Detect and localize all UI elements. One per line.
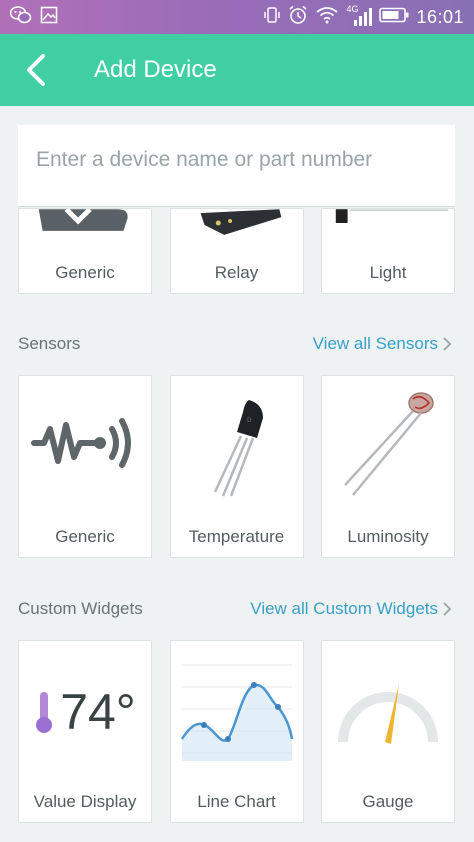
sensors-row: Generic D Temperature Luminosity (18, 375, 455, 558)
sensor-label: Luminosity (347, 527, 429, 546)
widget-card-gauge[interactable]: Gauge (321, 640, 455, 823)
sensor-label: Temperature (188, 527, 285, 546)
generic-sensor-icon (19, 376, 151, 517)
sensor-card-generic[interactable]: Generic (18, 375, 152, 558)
relay-icon (171, 209, 303, 235)
temperature-sensor-icon: D (171, 376, 303, 517)
widget-card-value-display[interactable]: 74° Value Display (18, 640, 152, 823)
device-card-generic[interactable]: Generic (18, 208, 152, 294)
page-title: Add Device (94, 56, 217, 83)
line-chart-preview (171, 641, 303, 782)
chevron-right-icon (443, 337, 452, 351)
device-card-light[interactable]: Light (321, 208, 455, 294)
chevron-right-icon (443, 602, 452, 616)
search-box (18, 125, 455, 207)
widget-label: Value Display (33, 792, 137, 811)
light-icon (322, 209, 454, 235)
status-bar: 4G 16:01 (0, 0, 474, 34)
view-all-custom-widgets-label: View all Custom Widgets (250, 599, 438, 618)
wifi-icon (315, 6, 339, 29)
generic-device-icon (19, 209, 151, 235)
top-device-row: Generic Relay Light (18, 208, 455, 294)
thermometer-icon (36, 691, 53, 733)
device-label: Generic (55, 263, 115, 282)
section-title-sensors: Sensors (18, 334, 81, 353)
view-all-sensors-link[interactable]: View all Sensors (313, 334, 452, 354)
view-all-custom-widgets-link[interactable]: View all Custom Widgets (250, 599, 452, 619)
photoresistor-icon (322, 376, 454, 517)
image-icon (40, 6, 58, 29)
view-all-sensors-label: View all Sensors (312, 334, 438, 353)
value-display-reading: 74° (60, 683, 136, 740)
signal-icon: 4G (346, 4, 373, 28)
search-input[interactable] (18, 125, 455, 195)
vibrate-icon (263, 5, 281, 30)
device-label: Relay (214, 263, 259, 282)
custom-widgets-row: 74° Value Display Line Chart Gauge (18, 640, 455, 823)
widget-label: Gauge (362, 792, 414, 811)
sensor-card-temperature[interactable]: D Temperature (169, 375, 304, 558)
widget-card-line-chart[interactable]: Line Chart (169, 640, 304, 823)
search-underline (18, 206, 455, 207)
alarm-icon (288, 5, 308, 30)
device-label: Light (369, 263, 407, 282)
sensor-label: Generic (55, 527, 115, 546)
wechat-icon (9, 5, 32, 29)
device-card-relay[interactable]: Relay (169, 208, 304, 294)
gauge-preview (322, 641, 454, 782)
sensor-card-luminosity[interactable]: Luminosity (321, 375, 455, 558)
value-display-preview: 74° (19, 641, 151, 782)
section-title-custom-widgets: Custom Widgets (18, 599, 143, 618)
app-bar: Add Device (0, 34, 474, 106)
clock-time: 16:01 (416, 6, 464, 27)
svg-text:D: D (247, 417, 252, 424)
widget-label: Line Chart (197, 792, 276, 811)
back-button[interactable] (6, 34, 66, 106)
battery-icon (379, 7, 409, 28)
arrow-left-icon (27, 54, 45, 86)
